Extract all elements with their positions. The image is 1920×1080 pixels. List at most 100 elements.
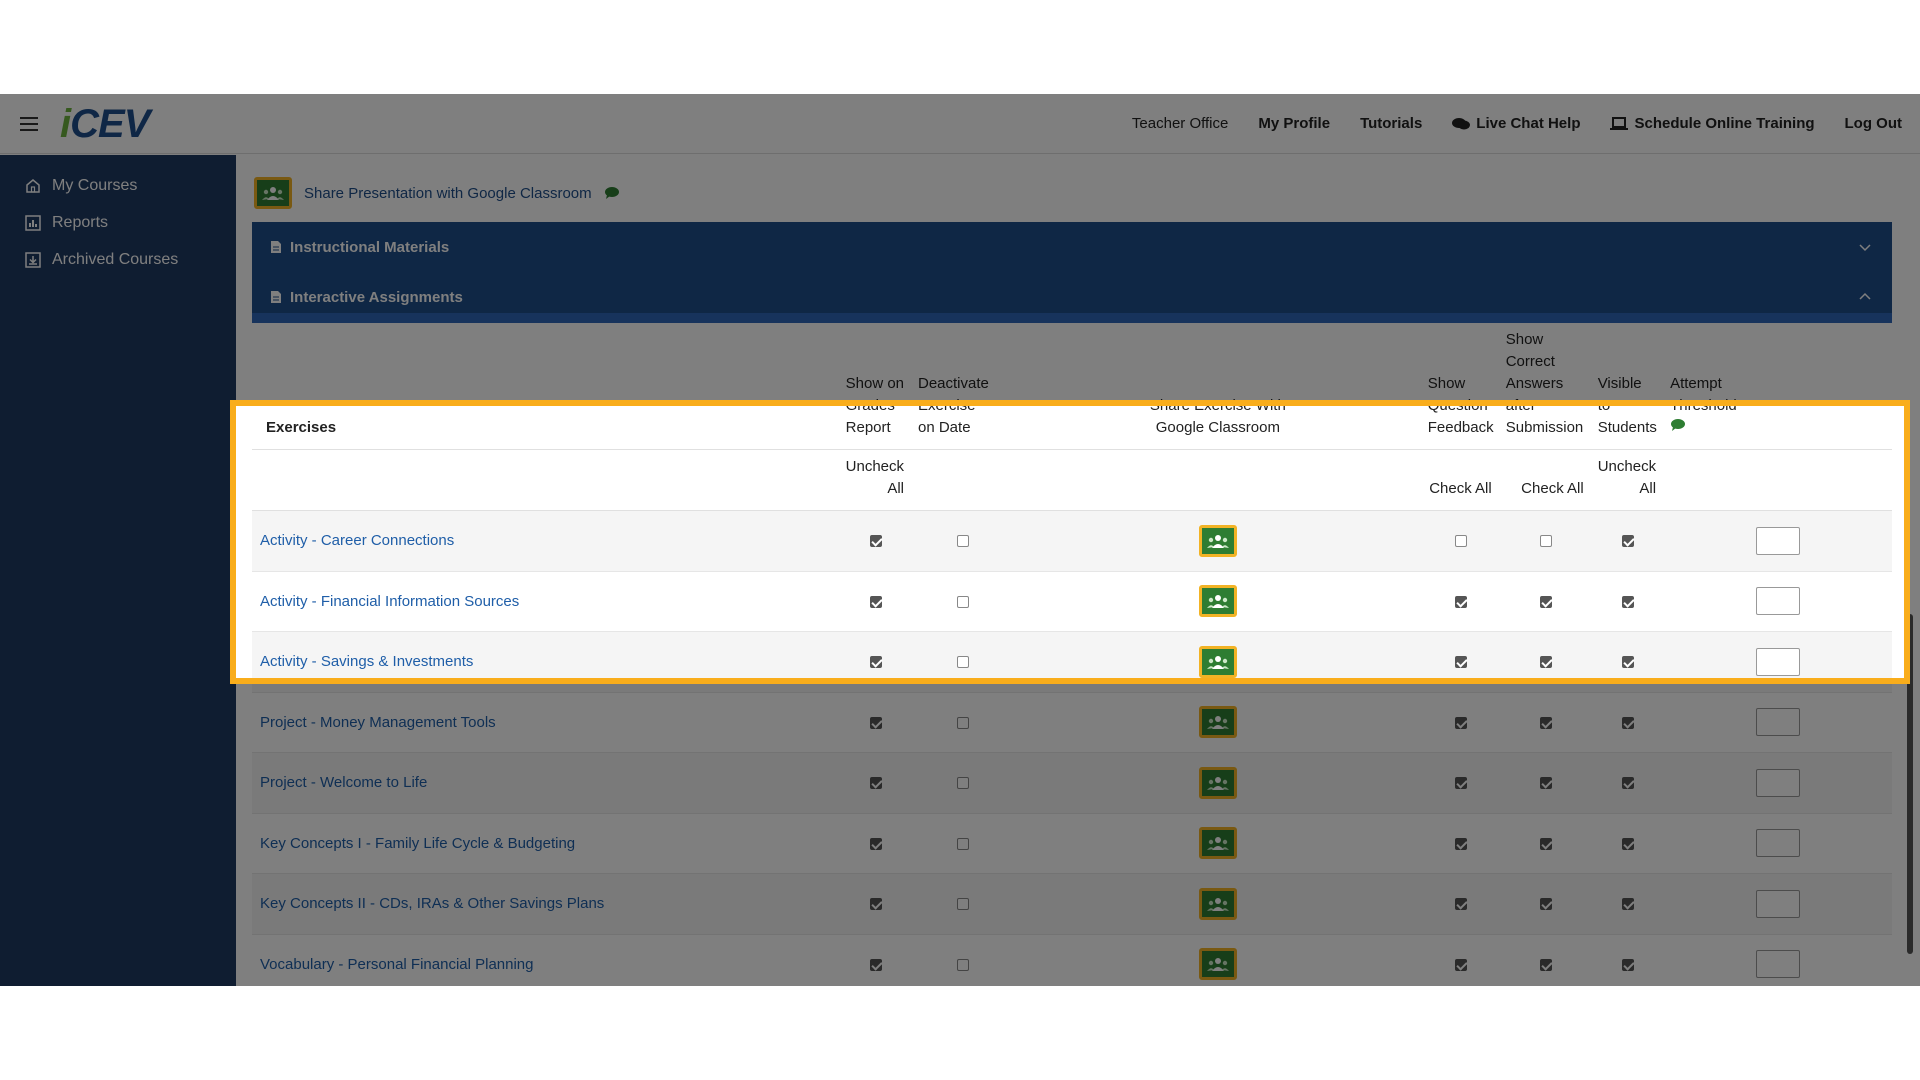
table-controls-row: Uncheck All Check All Check All Uncheck Al… <box>252 450 1892 511</box>
google-classroom-icon[interactable] <box>1198 887 1237 920</box>
nav-my-profile[interactable]: My Profile <box>1258 115 1330 132</box>
attempt-threshold-input[interactable] <box>1756 829 1801 858</box>
report-icon <box>25 214 41 231</box>
question-feedback-checkbox[interactable] <box>1454 535 1467 548</box>
show-on-grades-checkbox[interactable] <box>869 656 882 669</box>
question-feedback-checkbox[interactable] <box>1454 656 1467 669</box>
nav-teacher-office[interactable]: Teacher Office <box>1132 115 1228 132</box>
table-row: Key Concepts I - Family Life Cycle & Bud… <box>252 813 1892 874</box>
nav-tutorials[interactable]: Tutorials <box>1360 115 1422 132</box>
top-nav: Teacher Office My Profile Tutorials Live… <box>1132 115 1902 132</box>
correct-answers-checkbox[interactable] <box>1539 777 1552 790</box>
chat-bubble-icon[interactable] <box>604 186 620 200</box>
exercise-link[interactable]: Key Concepts I - Family Life Cycle & Bud… <box>252 813 840 874</box>
attempt-threshold-input[interactable] <box>1756 889 1801 918</box>
visible-to-students-checkbox[interactable] <box>1621 898 1634 911</box>
table-row: Activity - Savings & Investments <box>252 631 1892 693</box>
correct-answers-checkbox[interactable] <box>1539 535 1552 548</box>
panel-instructional-materials[interactable]: Instructional Materials <box>252 222 1892 272</box>
google-classroom-icon[interactable] <box>1198 585 1237 618</box>
correct-answers-checkbox[interactable] <box>1539 837 1552 850</box>
show-on-grades-checkbox[interactable] <box>869 716 882 729</box>
question-feedback-checkbox[interactable] <box>1454 837 1467 850</box>
top-bar: iCEV Teacher Office My Profile Tutorials… <box>0 94 1920 154</box>
feedback-check-all[interactable]: Check All <box>1422 450 1500 511</box>
visible-to-students-checkbox[interactable] <box>1621 958 1634 971</box>
deactivate-checkbox[interactable] <box>956 716 969 729</box>
document-icon <box>271 291 281 303</box>
header-question-feedback: Show Question Feedback <box>1427 375 1494 436</box>
grades-uncheck-all[interactable]: Uncheck All <box>840 450 912 511</box>
correct-answers-checkbox[interactable] <box>1539 595 1552 608</box>
table-row: Activity - Career Connections <box>252 510 1892 572</box>
show-on-grades-checkbox[interactable] <box>869 777 882 790</box>
exercise-link[interactable]: Activity - Savings & Investments <box>252 632 840 693</box>
chat-bubble-icon[interactable] <box>1670 418 1686 432</box>
exercise-link[interactable]: Key Concepts II - CDs, IRAs & Other Savi… <box>252 874 840 935</box>
question-feedback-checkbox[interactable] <box>1454 958 1467 971</box>
attempt-threshold-input[interactable] <box>1756 647 1801 676</box>
question-feedback-checkbox[interactable] <box>1454 777 1467 790</box>
exercise-link[interactable]: Project - Money Management Tools <box>252 692 840 753</box>
nav-schedule-training[interactable]: Schedule Online Training <box>1610 115 1815 132</box>
exercise-link[interactable]: Activity - Career Connections <box>252 511 840 572</box>
google-classroom-icon[interactable] <box>1198 524 1237 557</box>
panel-accent-bar <box>252 313 1892 323</box>
nav-live-chat[interactable]: Live Chat Help <box>1452 115 1580 132</box>
correct-answers-checkbox[interactable] <box>1539 898 1552 911</box>
attempt-threshold-input[interactable] <box>1756 526 1801 555</box>
visible-to-students-checkbox[interactable] <box>1621 595 1634 608</box>
show-on-grades-checkbox[interactable] <box>869 837 882 850</box>
google-classroom-icon[interactable] <box>1198 948 1237 981</box>
visible-to-students-checkbox[interactable] <box>1621 837 1634 850</box>
correct-check-all[interactable]: Check All <box>1500 450 1592 511</box>
sidebar-item-archived-courses[interactable]: Archived Courses <box>0 241 236 278</box>
google-classroom-icon[interactable] <box>1198 827 1237 860</box>
exercise-link[interactable]: Activity - Financial Information Sources <box>252 571 840 632</box>
correct-answers-checkbox[interactable] <box>1539 716 1552 729</box>
show-on-grades-checkbox[interactable] <box>869 595 882 608</box>
deactivate-checkbox[interactable] <box>956 656 969 669</box>
scrollbar-thumb[interactable] <box>1907 614 1913 954</box>
question-feedback-checkbox[interactable] <box>1454 595 1467 608</box>
deactivate-checkbox[interactable] <box>956 535 969 548</box>
visible-to-students-checkbox[interactable] <box>1621 535 1634 548</box>
question-feedback-checkbox[interactable] <box>1454 716 1467 729</box>
table-row: Key Concepts II - CDs, IRAs & Other Savi… <box>252 873 1892 935</box>
hamburger-menu-icon[interactable] <box>20 116 38 131</box>
icev-logo[interactable]: iCEV <box>60 104 150 144</box>
main-content: Share Presentation with Google Classroom… <box>236 155 1920 986</box>
google-classroom-icon[interactable] <box>1198 706 1237 739</box>
sidebar-item-label: Reports <box>52 213 109 231</box>
attempt-threshold-input[interactable] <box>1756 768 1801 797</box>
visible-to-students-checkbox[interactable] <box>1621 656 1634 669</box>
google-classroom-icon[interactable] <box>1198 645 1237 678</box>
share-presentation-link[interactable]: Share Presentation with Google Classroom <box>304 185 592 202</box>
deactivate-checkbox[interactable] <box>956 837 969 850</box>
home-icon <box>26 178 40 193</box>
correct-answers-checkbox[interactable] <box>1539 958 1552 971</box>
visible-uncheck-all[interactable]: Uncheck All <box>1592 450 1664 511</box>
attempt-threshold-input[interactable] <box>1756 708 1801 737</box>
deactivate-checkbox[interactable] <box>956 958 969 971</box>
visible-to-students-checkbox[interactable] <box>1621 716 1634 729</box>
show-on-grades-checkbox[interactable] <box>869 898 882 911</box>
show-on-grades-checkbox[interactable] <box>869 958 882 971</box>
show-on-grades-checkbox[interactable] <box>869 535 882 548</box>
sidebar-item-my-courses[interactable]: My Courses <box>0 167 236 204</box>
visible-to-students-checkbox[interactable] <box>1621 777 1634 790</box>
nav-log-out[interactable]: Log Out <box>1845 115 1902 132</box>
exercise-link[interactable]: Project - Welcome to Life <box>252 753 840 814</box>
chevron-up-icon <box>1859 292 1871 300</box>
google-classroom-icon[interactable] <box>1198 766 1237 799</box>
deactivate-checkbox[interactable] <box>956 595 969 608</box>
attempt-threshold-input[interactable] <box>1756 587 1801 616</box>
google-classroom-icon[interactable] <box>254 177 292 209</box>
attempt-threshold-input[interactable] <box>1756 950 1801 979</box>
question-feedback-checkbox[interactable] <box>1454 898 1467 911</box>
deactivate-checkbox[interactable] <box>956 777 969 790</box>
correct-answers-checkbox[interactable] <box>1539 656 1552 669</box>
deactivate-checkbox[interactable] <box>956 898 969 911</box>
sidebar-item-reports[interactable]: Reports <box>0 204 236 241</box>
exercise-link[interactable]: Vocabulary - Personal Financial Planning <box>252 934 840 986</box>
